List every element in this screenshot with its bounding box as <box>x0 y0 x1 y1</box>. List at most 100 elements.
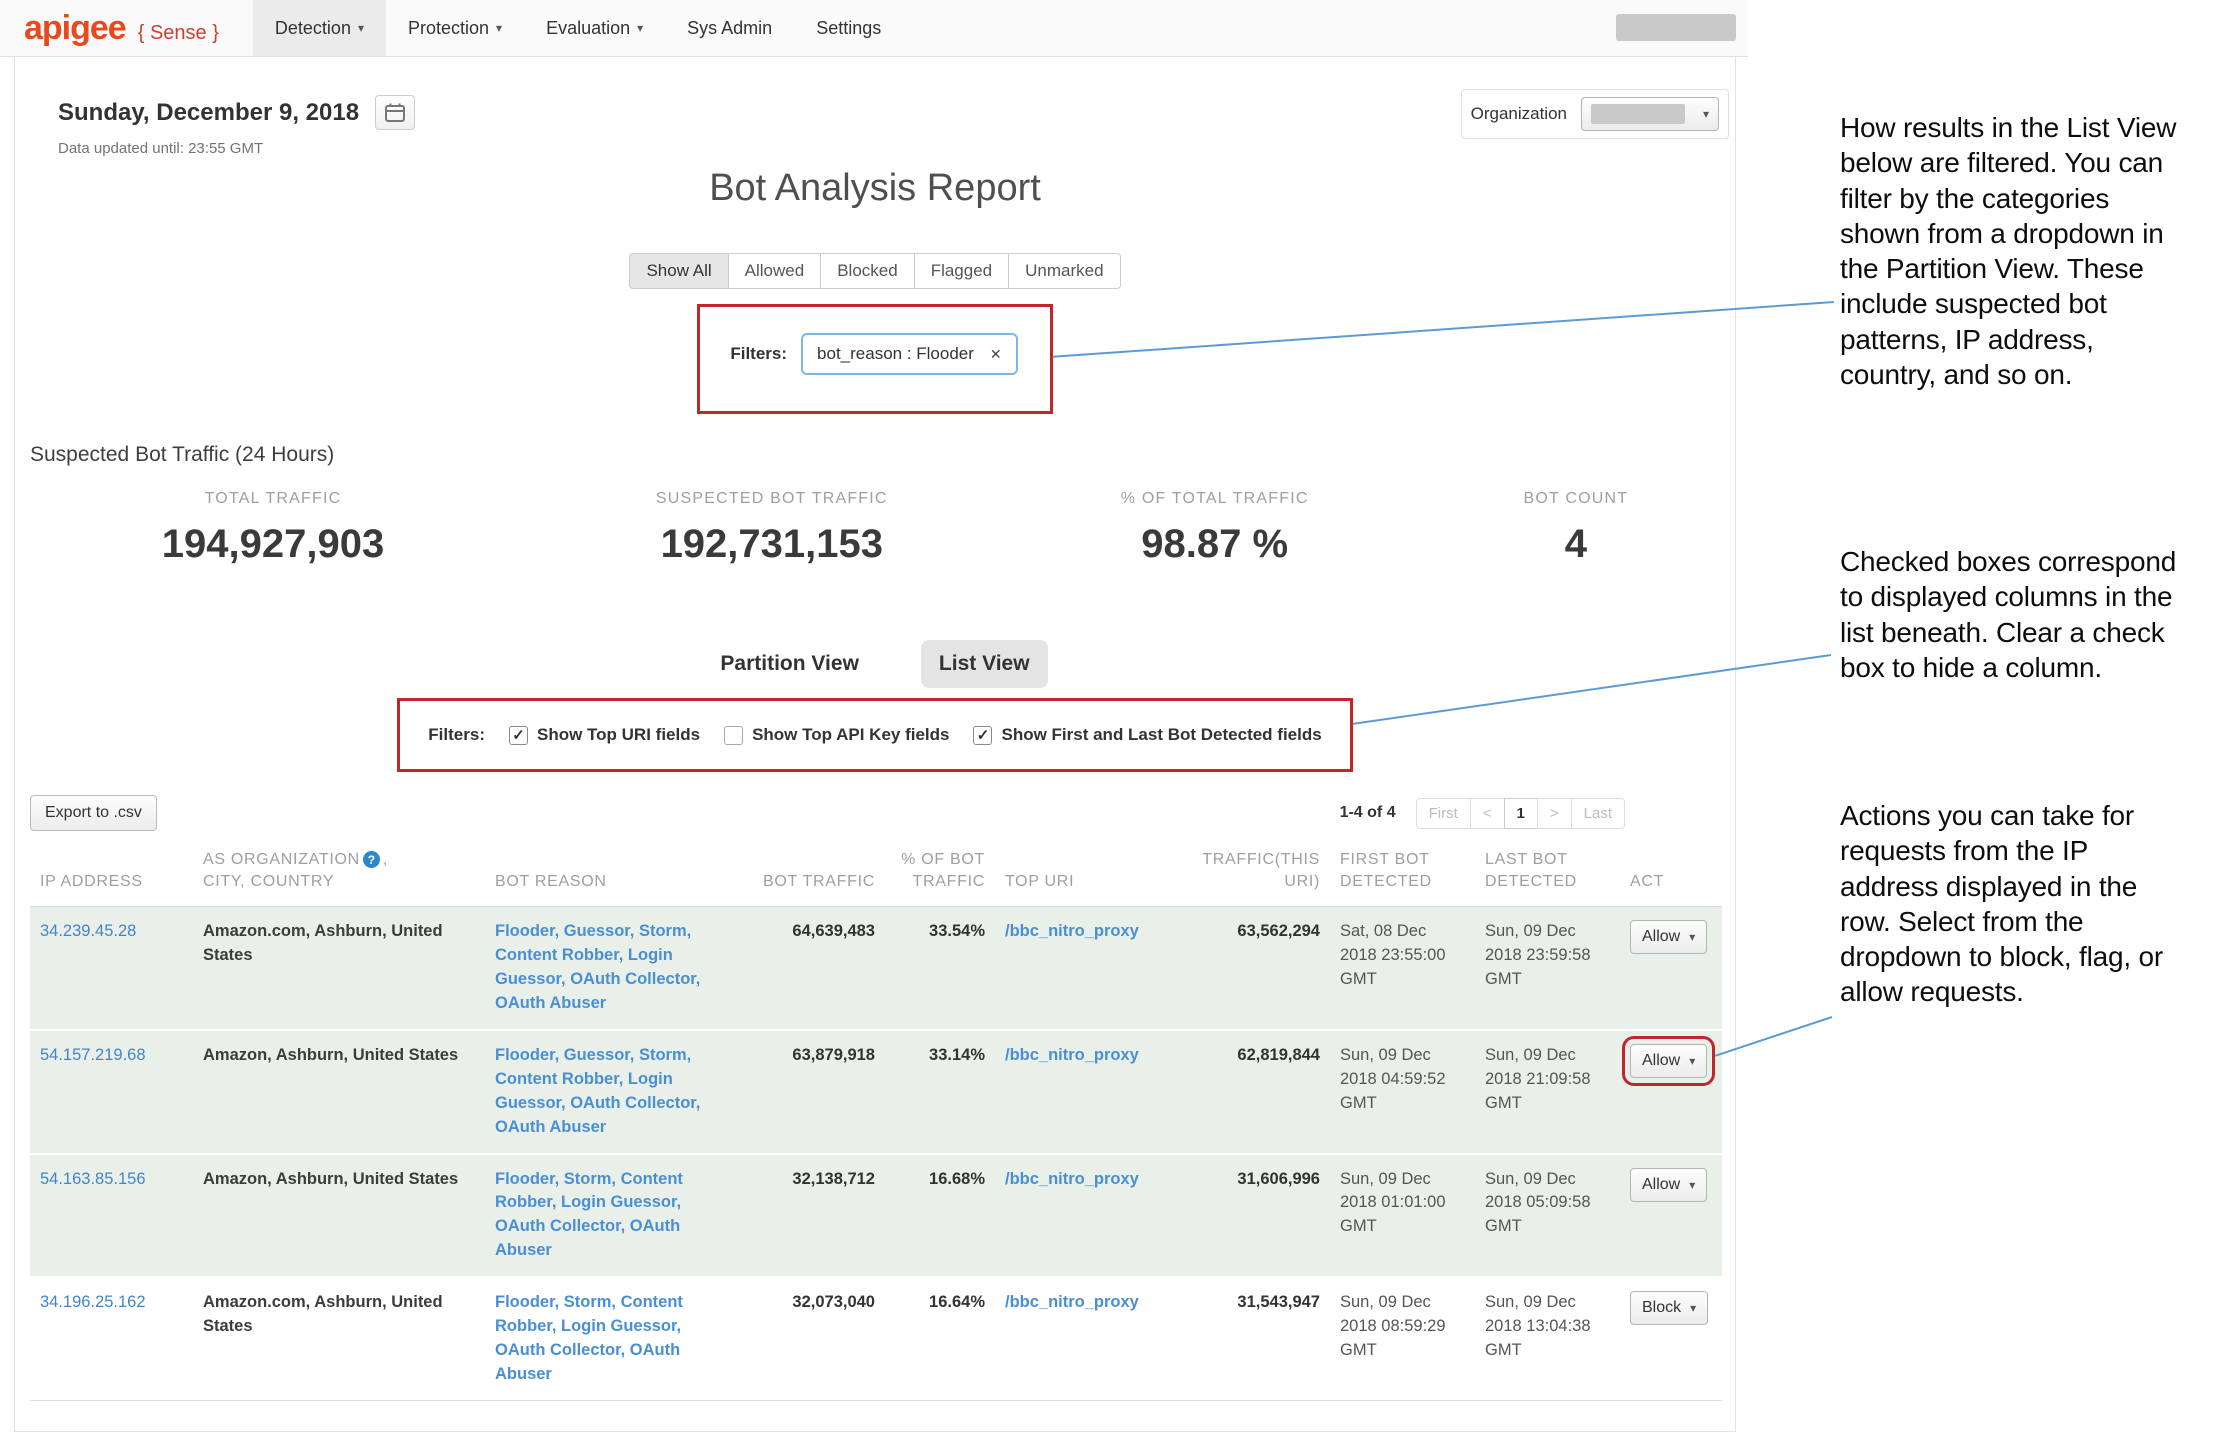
stat-label: TOTAL TRAFFIC <box>15 490 531 508</box>
top-uri-link[interactable]: /bbc_nitro_proxy <box>995 1154 1170 1278</box>
annotation-actions-note: Actions you can take for requests from t… <box>1840 798 2188 1010</box>
data-updated-text: Data updated until: 23:55 GMT <box>58 140 415 157</box>
filter-checkbox-show-top-api-key[interactable]: Show Top API Key fields <box>724 725 949 745</box>
col-header-ip-address: IP ADDRESS <box>30 843 193 907</box>
first-bot-detected-cell: Sun, 09 Dec 2018 08:59:29 GMT <box>1330 1277 1475 1400</box>
col-header-text: CITY, COUNTRY <box>203 873 334 890</box>
col-header-as-organization: AS ORGANIZATION?, CITY, COUNTRY <box>193 843 485 907</box>
traffic-this-uri-cell: 31,543,947 <box>1170 1277 1330 1400</box>
filter-chip-bot-reason-flooder[interactable]: bot_reason : Flooder ✕ <box>801 333 1018 375</box>
filter-checkbox-show-first-last-bot[interactable]: ✓ Show First and Last Bot Detected field… <box>973 725 1321 745</box>
stat-label: SUSPECTED BOT TRAFFIC <box>531 490 1013 508</box>
apigee-logo-text: apigee <box>24 9 126 48</box>
report-date: Sunday, December 9, 2018 <box>58 99 359 127</box>
checkbox-label: Show First and Last Bot Detected fields <box>1001 725 1321 745</box>
bot-traffic-cell: 64,639,483 <box>715 907 885 1030</box>
chevron-down-icon: ▾ <box>1689 1179 1695 1191</box>
action-label: Allow <box>1642 1052 1680 1070</box>
first-bot-detected-cell: Sun, 09 Dec 2018 01:01:00 GMT <box>1330 1154 1475 1278</box>
checkbox-icon[interactable] <box>724 726 743 745</box>
bot-reason-links[interactable]: Flooder, Storm, Content Robber, Login Gu… <box>485 1277 715 1400</box>
col-header-text: AS ORGANIZATION <box>203 851 360 868</box>
help-icon[interactable]: ? <box>363 851 380 868</box>
ip-address-link[interactable]: 54.157.219.68 <box>30 1030 193 1154</box>
bot-reason-links[interactable]: Flooder, Guessor, Storm, Content Robber,… <box>485 1030 715 1154</box>
first-bot-detected-cell: Sat, 08 Dec 2018 23:55:00 GMT <box>1330 907 1475 1030</box>
col-header-pct-bot-traffic: % OF BOT TRAFFIC <box>885 843 995 907</box>
pagination-prev-button[interactable]: < <box>1470 798 1505 829</box>
action-label: Block <box>1642 1299 1681 1317</box>
action-dropdown-row-3[interactable]: Allow ▾ <box>1630 1168 1707 1202</box>
nav-item-settings[interactable]: Settings <box>794 0 903 56</box>
pagination-first-button[interactable]: First <box>1416 798 1471 829</box>
tab-unmarked[interactable]: Unmarked <box>1008 253 1120 289</box>
bot-reason-links[interactable]: Flooder, Guessor, Storm, Content Robber,… <box>485 907 715 1030</box>
act-cell: Allow ▾ <box>1620 1154 1722 1278</box>
tab-show-all[interactable]: Show All <box>629 253 728 289</box>
stat-label: BOT COUNT <box>1417 490 1735 508</box>
nav-item-label: Detection <box>275 18 351 39</box>
as-organization-cell: Amazon, Ashburn, United States <box>193 1030 485 1154</box>
chevron-down-icon: ▾ <box>1690 1302 1696 1314</box>
apigee-sense-app: apigee { Sense } Detection ▾ Protection … <box>0 0 1748 1433</box>
export-csv-button[interactable]: Export to .csv <box>30 795 157 831</box>
checkbox-icon[interactable]: ✓ <box>509 726 528 745</box>
bot-reason-links[interactable]: Flooder, Storm, Content Robber, Login Gu… <box>485 1154 715 1278</box>
page-title: Bot Analysis Report <box>15 167 1735 210</box>
bot-traffic-cell: 63,879,918 <box>715 1030 885 1154</box>
checkbox-icon[interactable]: ✓ <box>973 726 992 745</box>
chevron-down-icon: ▾ <box>637 22 643 34</box>
view-toggle: Partition View List View <box>15 640 1735 688</box>
action-dropdown-row-1[interactable]: Allow ▾ <box>1630 920 1707 954</box>
tab-blocked[interactable]: Blocked <box>820 253 914 289</box>
table-toolbar: Export to .csv 1-4 of 4 First < 1 > Last <box>30 795 1720 831</box>
pagination-last-button[interactable]: Last <box>1571 798 1625 829</box>
table-row: 34.196.25.162 Amazon.com, Ashburn, Unite… <box>30 1277 1722 1400</box>
ip-address-link[interactable]: 34.196.25.162 <box>30 1277 193 1400</box>
tab-list-view[interactable]: List View <box>921 640 1048 688</box>
filter-checkbox-show-top-uri[interactable]: ✓ Show Top URI fields <box>509 725 700 745</box>
top-uri-link[interactable]: /bbc_nitro_proxy <box>995 907 1170 1030</box>
nav-item-label: Evaluation <box>546 18 630 39</box>
list-filters-label: Filters: <box>428 725 485 745</box>
remove-filter-icon[interactable]: ✕ <box>990 346 1002 363</box>
ip-address-link[interactable]: 54.163.85.156 <box>30 1154 193 1278</box>
top-uri-link[interactable]: /bbc_nitro_proxy <box>995 1277 1170 1400</box>
stat-value: 98.87 % <box>1013 522 1417 567</box>
organization-dropdown[interactable]: ▾ <box>1581 97 1719 131</box>
nav-item-protection[interactable]: Protection ▾ <box>386 0 524 56</box>
apigee-sense-logo[interactable]: apigee { Sense } <box>24 9 219 48</box>
action-dropdown-row-2[interactable]: Allow ▾ <box>1630 1044 1707 1078</box>
pagination-next-button[interactable]: > <box>1537 798 1572 829</box>
nav-item-label: Sys Admin <box>687 18 772 39</box>
nav-item-evaluation[interactable]: Evaluation ▾ <box>524 0 665 56</box>
filters-label: Filters: <box>730 344 787 364</box>
tab-allowed[interactable]: Allowed <box>728 253 822 289</box>
tab-partition-view[interactable]: Partition View <box>702 640 876 688</box>
nav-item-sys-admin[interactable]: Sys Admin <box>665 0 794 56</box>
first-bot-detected-cell: Sun, 09 Dec 2018 04:59:52 GMT <box>1330 1030 1475 1154</box>
chevron-down-icon: ▾ <box>496 22 502 34</box>
action-dropdown-row-4[interactable]: Block ▾ <box>1630 1291 1708 1325</box>
ip-address-link[interactable]: 34.239.45.28 <box>30 907 193 1030</box>
col-header-last-bot-detected: LAST BOT DETECTED <box>1475 843 1620 907</box>
stat-bot-count: BOT COUNT 4 <box>1417 490 1735 567</box>
col-header-traffic-this-uri: TRAFFIC(THIS URI) <box>1170 843 1330 907</box>
nav-item-detection[interactable]: Detection ▾ <box>253 0 386 56</box>
pagination-page-1-button[interactable]: 1 <box>1504 798 1538 829</box>
as-organization-cell: Amazon.com, Ashburn, United States <box>193 907 485 1030</box>
tab-flagged[interactable]: Flagged <box>914 253 1009 289</box>
top-uri-link[interactable]: /bbc_nitro_proxy <box>995 1030 1170 1154</box>
pct-bot-traffic-cell: 33.14% <box>885 1030 995 1154</box>
as-organization-cell: Amazon.com, Ashburn, United States <box>193 1277 485 1400</box>
chevron-down-icon: ▾ <box>1689 931 1695 943</box>
organization-selector: Organization ▾ <box>1461 89 1729 139</box>
col-header-text: , <box>383 851 388 868</box>
redacted-user-info <box>1616 14 1736 41</box>
annotation-checkbox-note: Checked boxes correspond to displayed co… <box>1840 544 2188 685</box>
date-picker-button[interactable] <box>375 95 415 130</box>
pct-bot-traffic-cell: 33.54% <box>885 907 995 1030</box>
filter-chip-label: bot_reason : Flooder <box>817 344 974 364</box>
pagination-range: 1-4 of 4 <box>1340 804 1396 822</box>
table-header-row: IP ADDRESS AS ORGANIZATION?, CITY, COUNT… <box>30 843 1722 907</box>
